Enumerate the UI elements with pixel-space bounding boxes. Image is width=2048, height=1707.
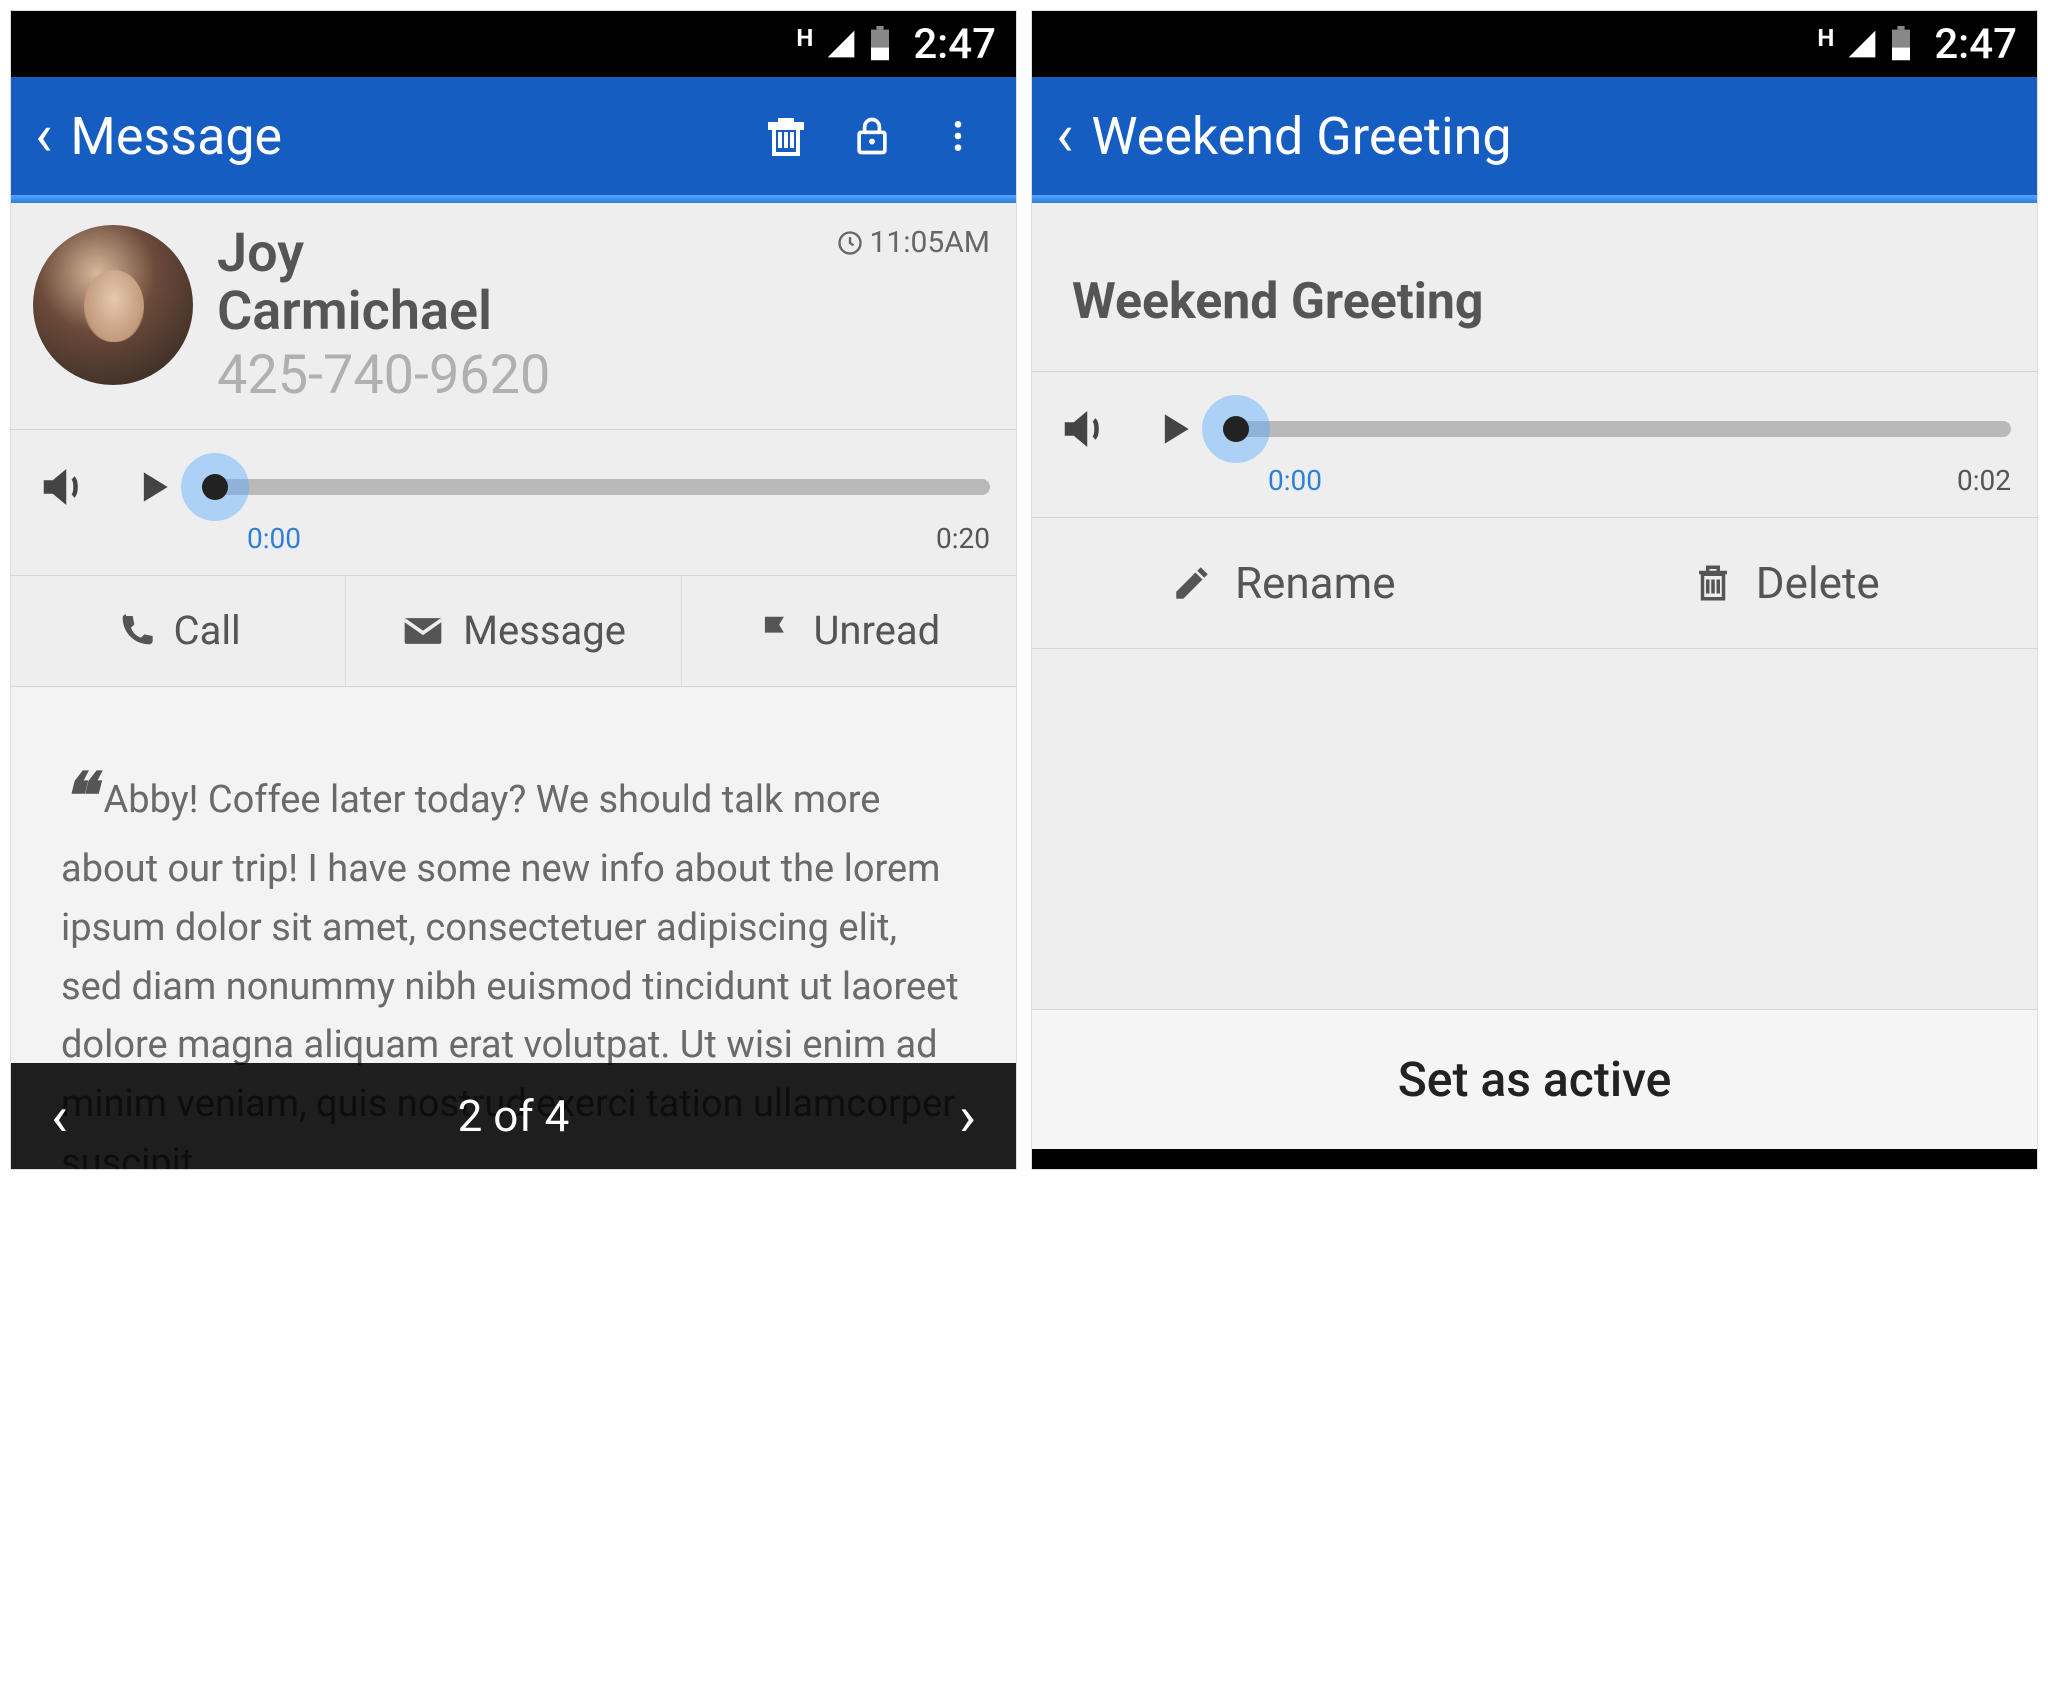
battery-icon xyxy=(1890,26,1912,62)
play-button[interactable] xyxy=(131,465,175,509)
set-active-label: Set as active xyxy=(1398,1051,1672,1108)
unread-button[interactable]: Unread xyxy=(681,576,1016,686)
call-button[interactable]: Call xyxy=(11,576,345,686)
playback-times: 0:00 0:20 xyxy=(11,522,1016,576)
message-label: Message xyxy=(463,607,626,654)
app-bar-title: Message xyxy=(70,106,734,167)
battery-icon xyxy=(869,26,891,62)
message-button[interactable]: Message xyxy=(345,576,680,686)
quote-icon: ❝ xyxy=(61,747,95,846)
rename-label: Rename xyxy=(1235,557,1396,609)
empty-space xyxy=(1032,649,2037,1009)
playback-duration: 0:20 xyxy=(936,522,990,555)
playback-slider[interactable] xyxy=(1236,421,2011,437)
unread-label: Unread xyxy=(813,607,940,654)
accent-divider xyxy=(1032,195,2037,203)
contact-first-name: Joy xyxy=(217,225,836,283)
network-type: H xyxy=(1817,24,1834,52)
nav-bar-shadow xyxy=(1032,1149,2037,1169)
greeting-header: Weekend Greeting xyxy=(1032,203,2037,372)
contact-phone: 425-740-9620 xyxy=(217,344,836,407)
playback-duration: 0:02 xyxy=(1957,464,2011,497)
phone-icon xyxy=(116,611,156,651)
status-bar: H 2:47 xyxy=(1032,11,2037,77)
message-detail-screen: H 2:47 ‹ Message J xyxy=(10,10,1017,1170)
playback-current: 0:00 xyxy=(1268,464,1322,497)
contact-last-name: Carmichael xyxy=(217,283,836,341)
audio-player xyxy=(11,430,1016,522)
back-button[interactable]: ‹ xyxy=(1056,102,1073,170)
contact-avatar[interactable] xyxy=(33,225,193,385)
flag-icon xyxy=(757,612,795,650)
call-label: Call xyxy=(174,607,241,654)
pager-next-button[interactable]: › xyxy=(959,1083,976,1149)
overflow-menu-button[interactable] xyxy=(924,102,992,170)
signal-icon xyxy=(825,28,857,60)
playback-slider[interactable] xyxy=(215,479,990,495)
pencil-icon xyxy=(1171,562,1213,604)
mail-icon xyxy=(401,609,445,653)
greeting-action-row: Rename Delete xyxy=(1032,518,2037,649)
status-time: 2:47 xyxy=(1934,20,2017,69)
message-pager: ‹ 2 of 4 › xyxy=(11,1063,1016,1169)
greeting-title: Weekend Greeting xyxy=(1072,273,1997,331)
greeting-detail-screen: H 2:47 ‹ Weekend Greeting Weekend Greeti… xyxy=(1031,10,2038,1170)
pager-prev-button[interactable]: ‹ xyxy=(51,1083,68,1149)
back-button[interactable]: ‹ xyxy=(35,102,52,170)
app-bar-title: Weekend Greeting xyxy=(1091,106,2013,167)
play-button[interactable] xyxy=(1152,407,1196,451)
app-bar: ‹ Weekend Greeting xyxy=(1032,77,2037,195)
action-row: Call Message Unread xyxy=(11,576,1016,687)
delete-label: Delete xyxy=(1756,557,1880,609)
message-timestamp: 11:05AM xyxy=(836,225,990,260)
app-bar: ‹ Message xyxy=(11,77,1016,195)
playback-current: 0:00 xyxy=(247,522,301,555)
pager-label: 2 of 4 xyxy=(458,1090,570,1142)
rename-button[interactable]: Rename xyxy=(1032,518,1535,648)
network-type: H xyxy=(796,24,813,52)
status-bar: H 2:47 xyxy=(11,11,1016,77)
status-time: 2:47 xyxy=(913,20,996,69)
trash-icon xyxy=(1692,562,1734,604)
contact-header: Joy Carmichael 425-740-9620 11:05AM xyxy=(11,203,1016,430)
set-active-button[interactable]: Set as active xyxy=(1032,1009,2037,1149)
speaker-button[interactable] xyxy=(37,460,91,514)
speaker-button[interactable] xyxy=(1058,402,1112,456)
signal-icon xyxy=(1846,28,1878,60)
lock-button[interactable] xyxy=(838,102,906,170)
delete-button[interactable] xyxy=(752,102,820,170)
accent-divider xyxy=(11,195,1016,203)
contact-info: Joy Carmichael 425-740-9620 xyxy=(217,225,836,407)
delete-button[interactable]: Delete xyxy=(1535,518,2038,648)
playback-times: 0:00 0:02 xyxy=(1032,464,2037,518)
timestamp-text: 11:05AM xyxy=(870,225,990,260)
clock-icon xyxy=(836,229,864,257)
audio-player xyxy=(1032,372,2037,464)
